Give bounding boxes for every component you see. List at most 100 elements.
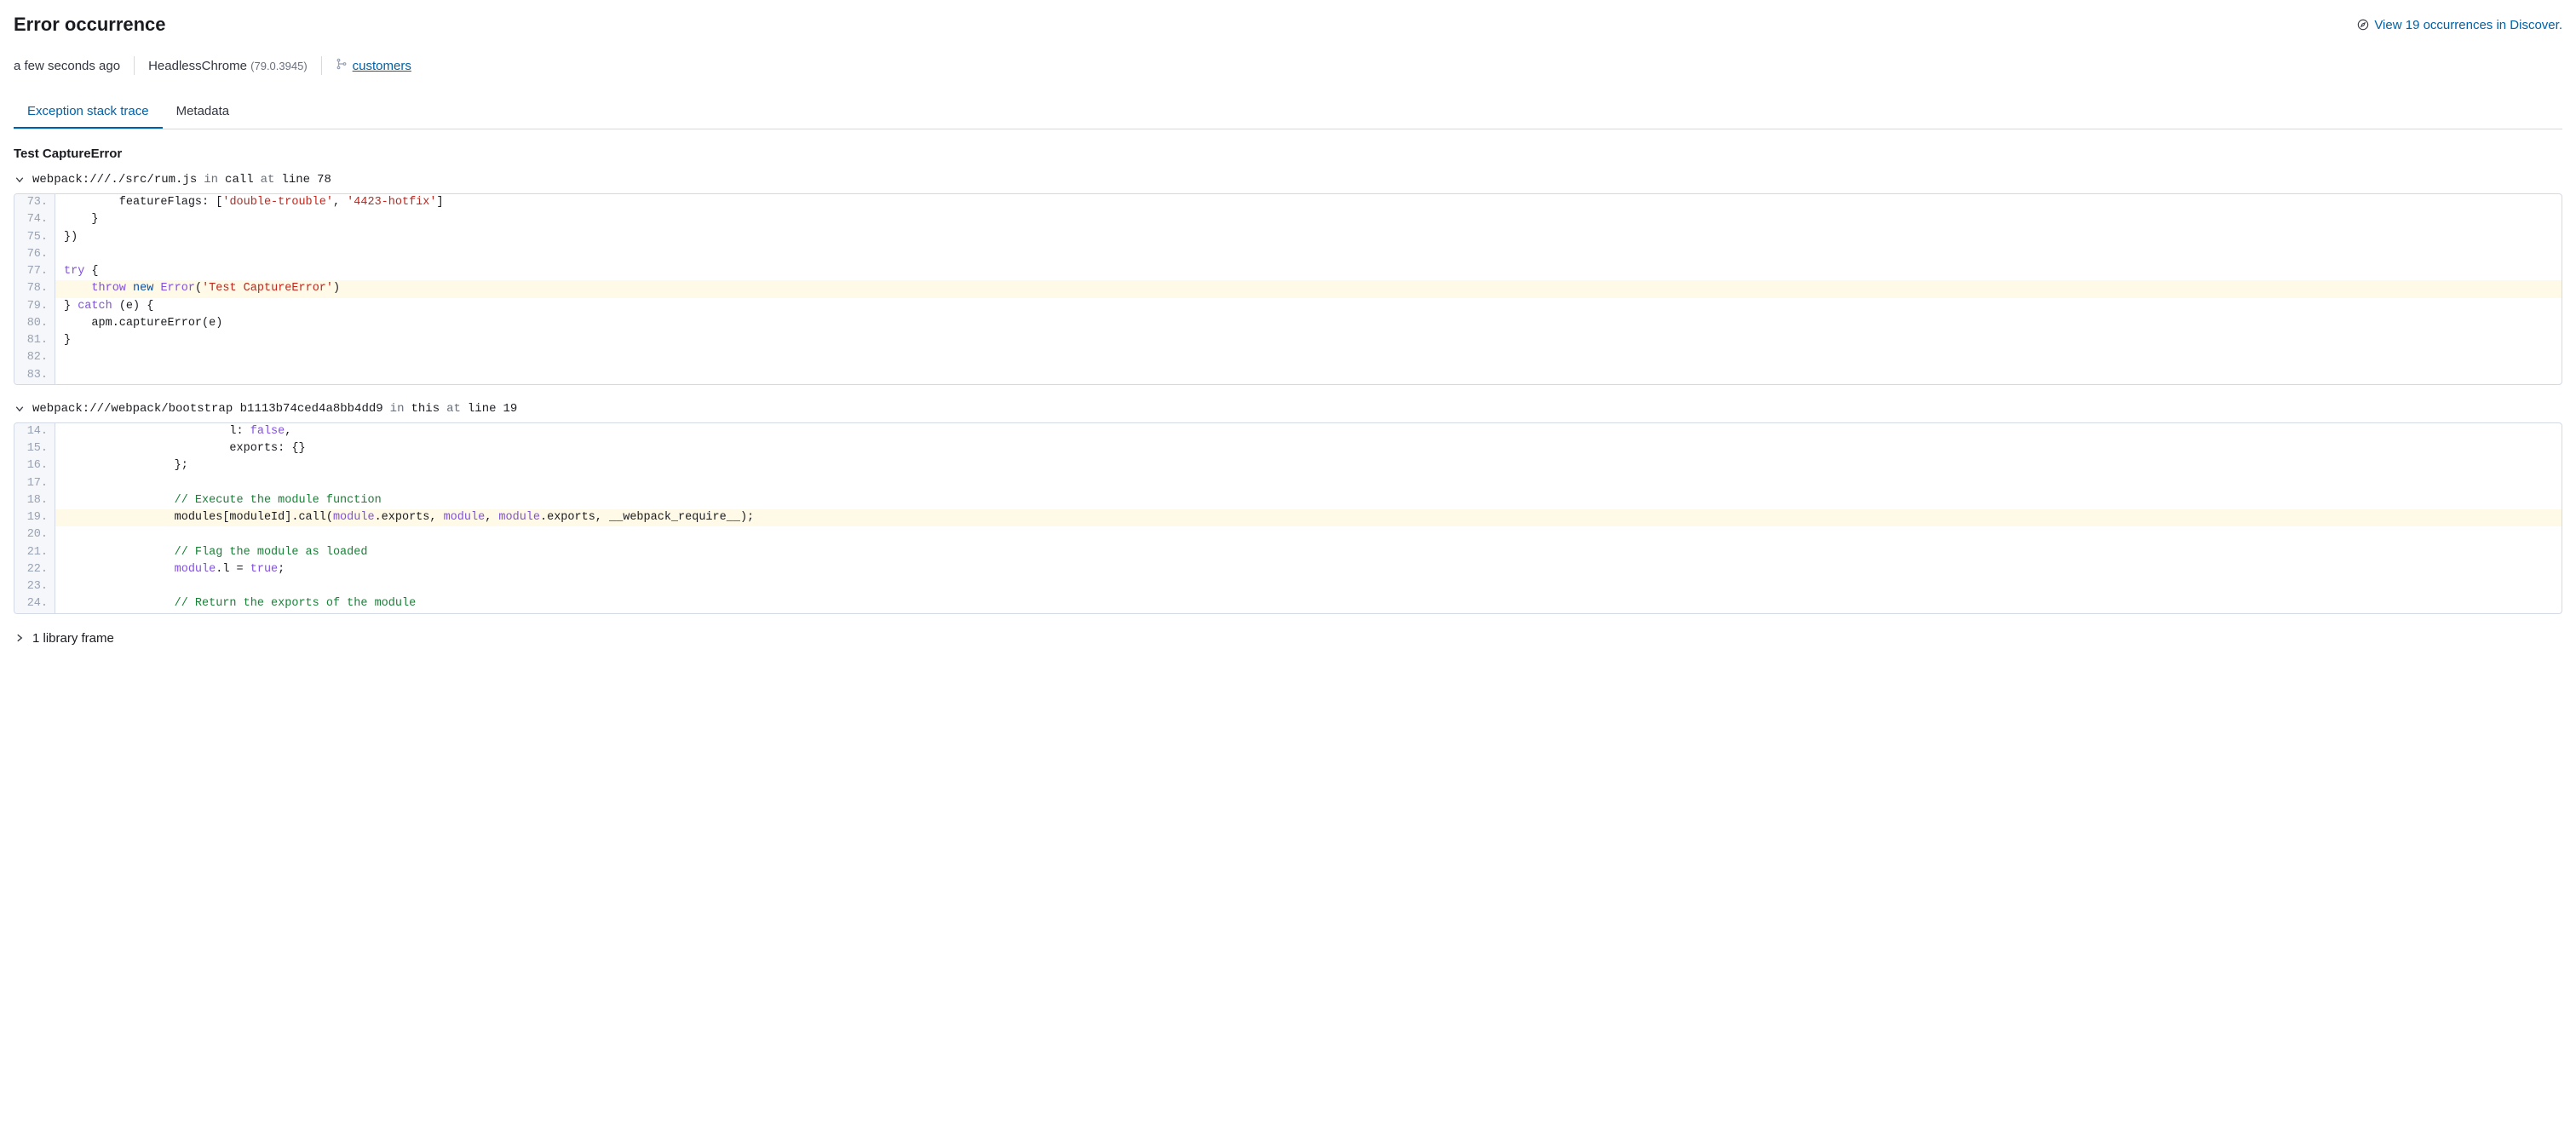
frame-header[interactable]: webpack:///./src/rum.js in call at line … [14, 173, 2562, 187]
code-content: }) [55, 229, 2562, 246]
frame-line-number: 19 [503, 402, 518, 416]
header-row: Error occurrence View 19 occurrences in … [14, 14, 2562, 36]
line-number: 79. [14, 298, 55, 315]
line-number: 21. [14, 544, 55, 561]
code-line: 23. [14, 578, 2562, 595]
code-content: modules[moduleId].call(module.exports, m… [55, 509, 2562, 526]
code-line: 80. apm.captureError(e) [14, 315, 2562, 332]
code-content: apm.captureError(e) [55, 315, 2562, 332]
code-content: } [55, 332, 2562, 349]
browser-version: (79.0.3945) [250, 60, 308, 72]
line-number: 17. [14, 475, 55, 492]
discover-link-label: View 19 occurrences in Discover. [2374, 18, 2562, 32]
code-line: 17. [14, 475, 2562, 492]
frame-at-word: at [261, 173, 275, 187]
library-frame-label: 1 library frame [32, 631, 114, 646]
line-number: 22. [14, 561, 55, 578]
frame-file: webpack:///./src/rum.js [32, 173, 197, 187]
discover-link[interactable]: View 19 occurrences in Discover. [2357, 18, 2562, 32]
code-content [55, 246, 2562, 263]
code-line: 82. [14, 349, 2562, 366]
page-title: Error occurrence [14, 14, 166, 36]
separator [321, 56, 322, 75]
meta-row: a few seconds ago HeadlessChrome (79.0.3… [14, 56, 2562, 75]
code-content: featureFlags: ['double-trouble', '4423-h… [55, 194, 2562, 211]
service-link[interactable]: customers [336, 58, 411, 73]
code-line: 24. // Return the exports of the module [14, 595, 2562, 612]
line-number: 80. [14, 315, 55, 332]
code-line: 21. // Flag the module as loaded [14, 544, 2562, 561]
code-content: l: false, [55, 423, 2562, 440]
frame-function: this [411, 402, 440, 416]
code-line: 20. [14, 526, 2562, 543]
code-content [55, 349, 2562, 366]
code-line: 77.try { [14, 263, 2562, 280]
code-content: } [55, 211, 2562, 228]
code-content: // Flag the module as loaded [55, 544, 2562, 561]
code-content: } catch (e) { [55, 298, 2562, 315]
line-number: 18. [14, 492, 55, 509]
code-content: // Return the exports of the module [55, 595, 2562, 612]
line-number: 19. [14, 509, 55, 526]
code-line: 79.} catch (e) { [14, 298, 2562, 315]
line-number: 82. [14, 349, 55, 366]
stack-frame: webpack:///webpack/bootstrap b1113b74ced… [14, 402, 2562, 614]
stack-frames: webpack:///./src/rum.js in call at line … [14, 173, 2562, 614]
line-number: 24. [14, 595, 55, 612]
code-content: // Execute the module function [55, 492, 2562, 509]
tab-stacktrace[interactable]: Exception stack trace [14, 95, 163, 129]
chevron-right-icon [14, 632, 26, 644]
code-line: 76. [14, 246, 2562, 263]
code-content [55, 526, 2562, 543]
timestamp: a few seconds ago [14, 59, 134, 73]
code-content [55, 578, 2562, 595]
frame-header[interactable]: webpack:///webpack/bootstrap b1113b74ced… [14, 402, 2562, 416]
tabs: Exception stack trace Metadata [14, 95, 2562, 129]
code-line: 81.} [14, 332, 2562, 349]
chevron-down-icon [14, 403, 26, 415]
frame-in-word: in [204, 173, 218, 187]
code-line: 19. modules[moduleId].call(module.export… [14, 509, 2562, 526]
library-frame-toggle[interactable]: 1 library frame [14, 631, 2562, 646]
code-block: 73. featureFlags: ['double-trouble', '44… [14, 193, 2562, 385]
merge-icon [336, 58, 348, 73]
line-number: 81. [14, 332, 55, 349]
tab-metadata[interactable]: Metadata [163, 95, 244, 129]
code-line: 22. module.l = true; [14, 561, 2562, 578]
compass-icon [2357, 19, 2369, 31]
code-content: throw new Error('Test CaptureError') [55, 280, 2562, 297]
stack-frame: webpack:///./src/rum.js in call at line … [14, 173, 2562, 385]
frame-at-word: at [446, 402, 461, 416]
browser-info: HeadlessChrome (79.0.3945) [148, 59, 321, 73]
code-content: try { [55, 263, 2562, 280]
frame-in-word: in [390, 402, 405, 416]
line-number: 75. [14, 229, 55, 246]
line-number: 77. [14, 263, 55, 280]
line-number: 15. [14, 440, 55, 457]
code-line: 73. featureFlags: ['double-trouble', '44… [14, 194, 2562, 211]
code-line: 74. } [14, 211, 2562, 228]
line-number: 74. [14, 211, 55, 228]
frame-line-word: line [468, 402, 497, 416]
line-number: 23. [14, 578, 55, 595]
code-line: 16. }; [14, 457, 2562, 474]
code-block: 14. l: false,15. exports: {}16. };17.18.… [14, 422, 2562, 614]
code-content: }; [55, 457, 2562, 474]
code-line: 18. // Execute the module function [14, 492, 2562, 509]
code-line: 15. exports: {} [14, 440, 2562, 457]
line-number: 14. [14, 423, 55, 440]
separator [134, 56, 135, 75]
line-number: 76. [14, 246, 55, 263]
code-line: 83. [14, 367, 2562, 384]
frame-line-word: line [281, 173, 310, 187]
code-content [55, 367, 2562, 384]
frame-line-number: 78 [317, 173, 331, 187]
browser-name: HeadlessChrome [148, 59, 247, 73]
line-number: 16. [14, 457, 55, 474]
code-content: module.l = true; [55, 561, 2562, 578]
code-line: 75.}) [14, 229, 2562, 246]
code-line: 14. l: false, [14, 423, 2562, 440]
code-line: 78. throw new Error('Test CaptureError') [14, 280, 2562, 297]
exception-name: Test CaptureError [14, 146, 2562, 161]
frame-file: webpack:///webpack/bootstrap b1113b74ced… [32, 402, 383, 416]
